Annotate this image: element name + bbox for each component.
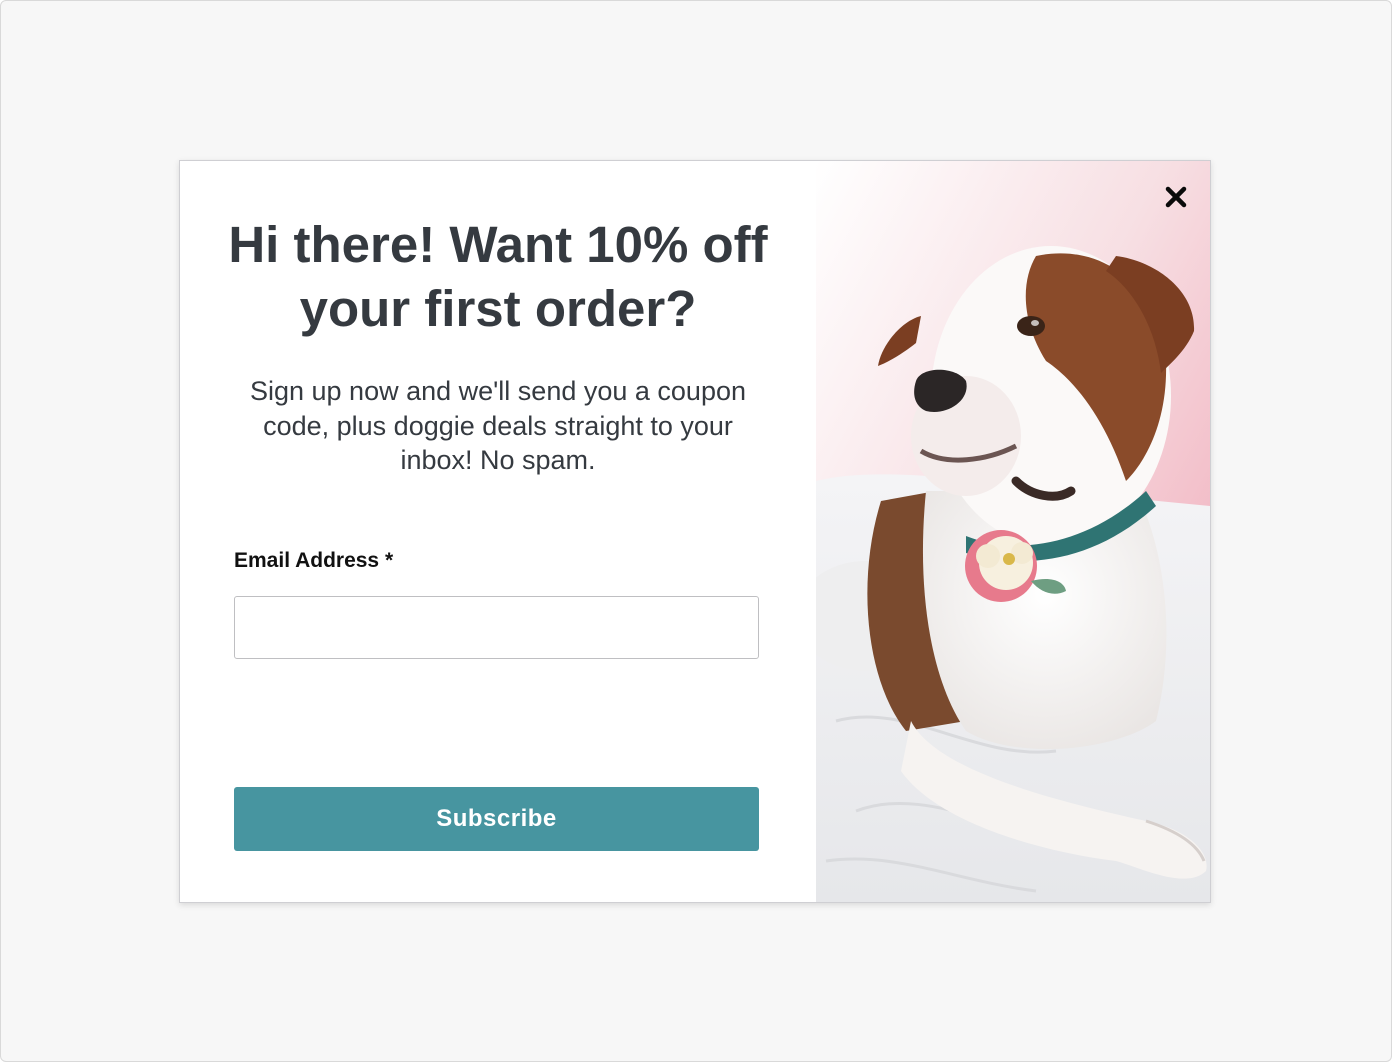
signup-popup: Hi there! Want 10% off your first order?… [179,160,1211,903]
email-label: Email Address * [234,549,394,572]
popup-headline: Hi there! Want 10% off your first order? [228,216,768,337]
close-icon [1165,186,1187,208]
dog-photo [816,161,1210,902]
close-button[interactable] [1160,181,1192,213]
email-input[interactable] [234,596,759,659]
popup-description: Sign up now and we'll send you a coupon … [249,376,746,475]
signup-form: Hi there! Want 10% off your first order?… [180,161,816,902]
subscribe-button[interactable]: Subscribe [234,787,759,851]
